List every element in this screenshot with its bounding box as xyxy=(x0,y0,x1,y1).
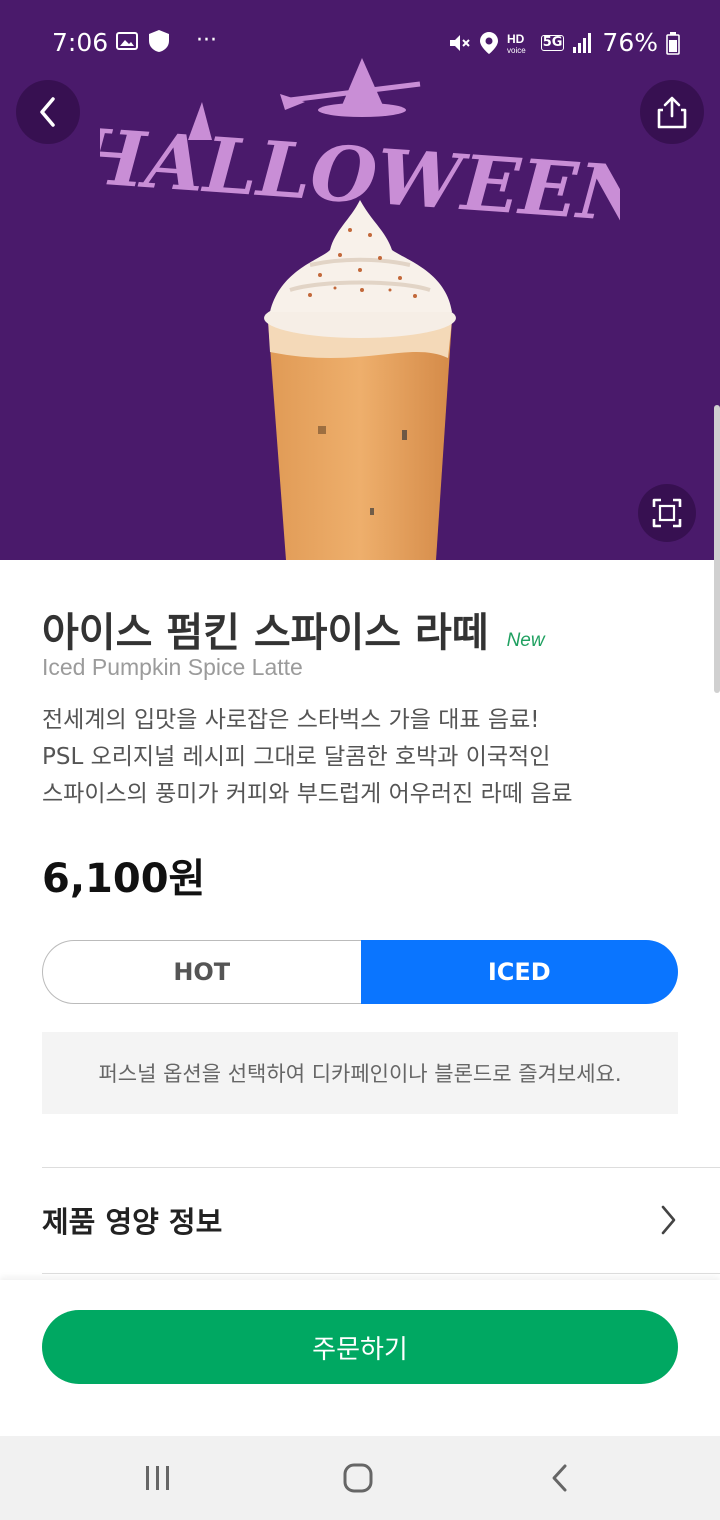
share-button[interactable] xyxy=(640,80,704,144)
order-bar: 주문하기 xyxy=(0,1280,720,1436)
battery-percent: 76% xyxy=(602,28,658,57)
personal-option-note: 퍼스널 옵션을 선택하여 디카페인이나 블론드로 즐겨보세요. xyxy=(42,1032,678,1114)
nutrition-info-row[interactable]: 제품 영양 정보 xyxy=(42,1168,678,1272)
status-time: 7:06 xyxy=(52,28,109,57)
nutrition-info-label: 제품 영양 정보 xyxy=(42,1205,223,1239)
more-icon: ··· xyxy=(196,28,217,53)
shield-icon xyxy=(149,29,169,52)
5g-icon: 5G xyxy=(540,34,565,51)
product-description: 전세계의 입맛을 사로잡은 스타벅스 가을 대표 음료! PSL 오리지널 레시… xyxy=(42,702,678,813)
description-line: 스파이스의 풍미가 커피와 부드럽게 어우러진 라떼 음료 xyxy=(42,781,573,807)
new-badge: New xyxy=(506,630,545,651)
home-icon xyxy=(343,1463,373,1493)
hero-image: HALLOWEEN 7:06 ··· HD voice 5G 76% xyxy=(0,0,720,560)
home-button[interactable] xyxy=(313,1436,403,1520)
hot-option-button[interactable]: HOT xyxy=(42,940,361,1004)
scroll-indicator[interactable] xyxy=(714,405,720,693)
image-icon xyxy=(116,31,138,50)
description-line: PSL 오리지널 레시피 그대로 달콤한 호박과 이국적인 xyxy=(42,744,551,770)
description-line: 전세계의 입맛을 사로잡은 스타벅스 가을 대표 음료! xyxy=(42,707,540,733)
hd-voice-icon: HDvoice xyxy=(507,32,526,55)
status-bar: 7:06 ··· HD voice 5G 76% xyxy=(0,0,720,84)
signal-icon xyxy=(573,32,592,53)
nav-back-button[interactable] xyxy=(515,1436,605,1520)
mute-icon xyxy=(449,34,470,51)
order-button[interactable]: 주문하기 xyxy=(42,1310,678,1384)
system-nav-bar xyxy=(0,1436,720,1520)
chevron-right-icon xyxy=(661,1205,676,1235)
back-button[interactable] xyxy=(16,80,80,144)
temperature-toggle: HOT ICED xyxy=(42,940,678,1004)
share-icon xyxy=(657,96,687,129)
product-price: 6,100원 xyxy=(42,856,206,902)
divider xyxy=(42,1273,720,1274)
svg-text:HD: HD xyxy=(507,32,525,46)
expand-icon xyxy=(652,498,682,528)
iced-option-button[interactable]: ICED xyxy=(360,940,678,1004)
svg-text:voice: voice xyxy=(507,46,526,55)
back-icon xyxy=(552,1464,567,1492)
battery-icon xyxy=(666,31,680,55)
drink-illustration xyxy=(264,200,456,560)
product-title: 아이스 펌킨 스파이스 라떼 xyxy=(42,610,489,656)
expand-image-button[interactable] xyxy=(638,484,696,542)
location-icon xyxy=(479,31,498,54)
product-english-name: Iced Pumpkin Spice Latte xyxy=(42,654,303,680)
chevron-left-icon xyxy=(40,97,55,127)
recent-apps-icon xyxy=(146,1466,169,1490)
recent-apps-button[interactable] xyxy=(113,1436,203,1520)
